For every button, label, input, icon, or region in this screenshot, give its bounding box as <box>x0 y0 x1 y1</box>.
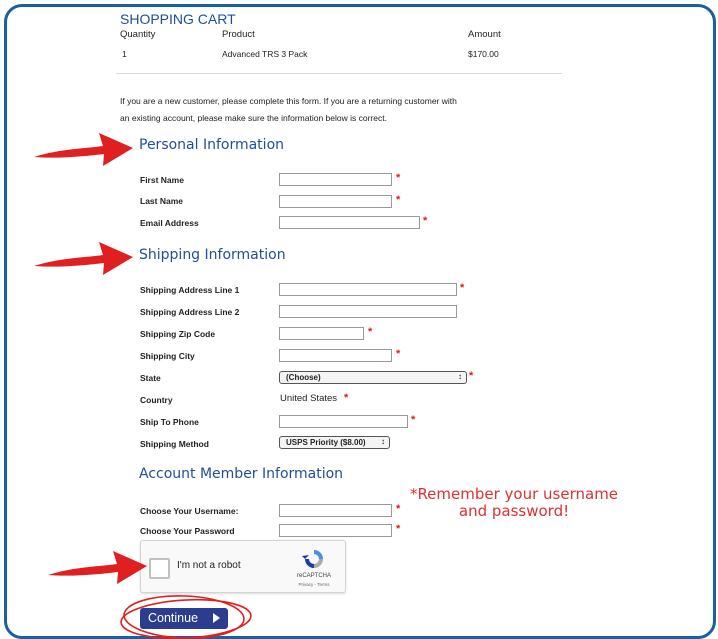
red-arrow-icon <box>48 551 147 584</box>
red-arrow-icon <box>34 242 133 275</box>
red-circle-icon <box>120 595 252 639</box>
annotation-overlay <box>34 133 252 639</box>
red-arrow-icon <box>34 133 133 166</box>
